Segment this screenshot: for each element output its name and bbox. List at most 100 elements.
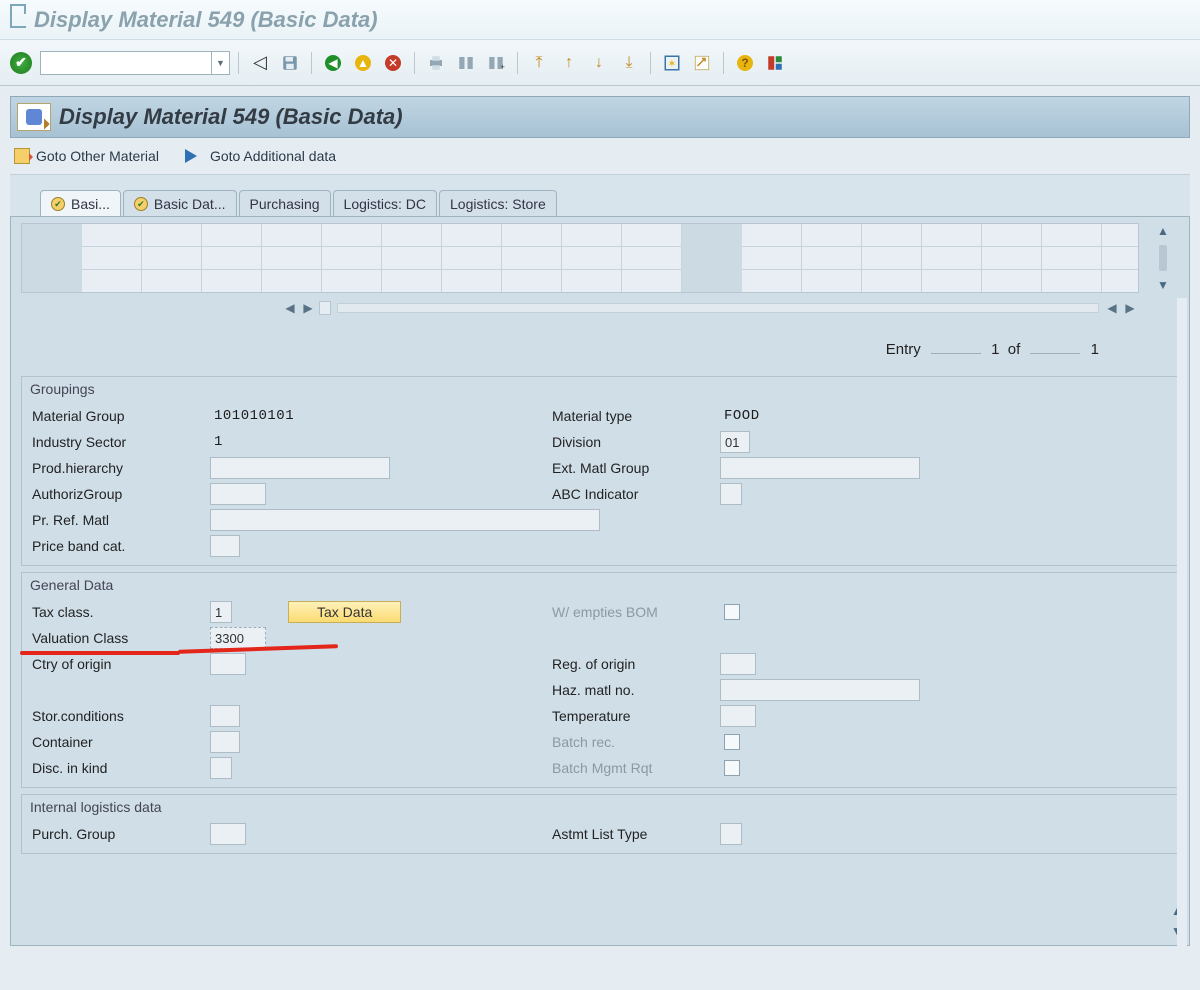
table-horizontal-scroll[interactable]: ◀ ▶ ◀ ▶ xyxy=(21,299,1179,317)
find-icon[interactable] xyxy=(453,50,479,76)
arrow-right-icon xyxy=(185,149,204,163)
page-title: Display Material 549 (Basic Data) xyxy=(59,104,403,130)
field-astmt-list-type[interactable] xyxy=(720,823,742,845)
field-purch-group[interactable] xyxy=(210,823,246,845)
panel-title-bar: Display Material 549 (Basic Data) xyxy=(10,96,1190,138)
field-reg-of-origin[interactable] xyxy=(720,653,756,675)
field-prod-hierarchy[interactable] xyxy=(210,457,390,479)
label-material-group: Material Group xyxy=(30,408,210,424)
scroll-up-icon[interactable]: ▲ xyxy=(1155,223,1171,239)
cancel-red-icon[interactable]: ✕ xyxy=(380,50,406,76)
field-stor-conditions[interactable] xyxy=(210,705,240,727)
label-temperature: Temperature xyxy=(550,708,720,724)
field-price-band-cat[interactable] xyxy=(210,535,240,557)
label-batch-mgmt-rqt: Batch Mgmt Rqt xyxy=(550,760,720,776)
command-field[interactable]: ▼ xyxy=(40,51,230,75)
field-tax-class[interactable]: 1 xyxy=(210,601,232,623)
scroll-down-icon[interactable]: ▼ xyxy=(1155,277,1171,293)
field-ext-matl-group[interactable] xyxy=(720,457,920,479)
value-material-group: 101010101 xyxy=(210,406,298,426)
label-tax-class: Tax class. xyxy=(30,604,210,620)
field-division[interactable]: 01 xyxy=(720,431,750,453)
annotation-underline xyxy=(20,651,180,655)
checkbox-batch-mgmt-rqt[interactable] xyxy=(724,760,740,776)
ok-enter-button[interactable]: ✔ xyxy=(10,52,32,74)
field-abc-indicator[interactable] xyxy=(720,483,742,505)
title-bar: Display Material 549 (Basic Data) xyxy=(0,0,1200,40)
field-ctry-of-origin[interactable] xyxy=(210,653,246,675)
new-session-icon[interactable]: ✶ xyxy=(659,50,685,76)
next-page-icon[interactable]: ↓ xyxy=(586,50,612,76)
outer-vertical-scrollbar[interactable] xyxy=(1175,298,1189,970)
label-industry-sector: Industry Sector xyxy=(30,434,210,450)
section-general-data: General Data Tax class. 1 Tax Data W/ em… xyxy=(21,572,1179,788)
field-valuation-class[interactable]: 3300 xyxy=(210,627,266,649)
label-prod-hierarchy: Prod.hierarchy xyxy=(30,460,210,476)
value-material-type: FOOD xyxy=(720,406,764,426)
tab-basic-2[interactable]: ✔Basic Dat... xyxy=(123,190,237,217)
exit-yellow-icon[interactable]: ▲ xyxy=(350,50,376,76)
last-page-icon[interactable]: ⤓ xyxy=(616,50,642,76)
tab-basic-1[interactable]: ✔Basi... xyxy=(40,190,121,217)
label-haz-matl-no: Haz. matl no. xyxy=(550,682,720,698)
chevron-down-icon[interactable]: ▼ xyxy=(211,52,229,74)
check-icon: ✔ xyxy=(51,197,65,211)
first-page-icon[interactable]: ⤒ xyxy=(526,50,552,76)
section-internal-logistics: Internal logistics data Purch. Group Ast… xyxy=(21,794,1179,854)
field-disc-in-kind[interactable] xyxy=(210,757,232,779)
tab-strip: ✔Basi... ✔Basic Dat... Purchasing Logist… xyxy=(10,189,1190,216)
back-icon[interactable]: ◁ xyxy=(247,50,273,76)
label-authoriz-group: AuthorizGroup xyxy=(30,486,210,502)
field-container[interactable] xyxy=(210,731,240,753)
scroll-right-icon[interactable]: ▶ xyxy=(1121,299,1139,317)
label-container: Container xyxy=(30,734,210,750)
table-vertical-scroll[interactable]: ▲ ▼ xyxy=(1153,223,1173,293)
layout-icon[interactable] xyxy=(762,50,788,76)
section-title: Groupings xyxy=(22,377,1178,401)
label-valuation-class: Valuation Class xyxy=(30,630,210,646)
label-ctry-of-origin: Ctry of origin xyxy=(30,656,210,672)
label-price-band-cat: Price band cat. xyxy=(30,538,210,554)
checkbox-batch-rec[interactable] xyxy=(724,734,740,750)
table-header-grid xyxy=(21,223,1139,293)
help-icon[interactable]: ? xyxy=(732,50,758,76)
section-groupings: Groupings Material Group 101010101 Mater… xyxy=(21,376,1179,566)
label-division: Division xyxy=(550,434,720,450)
label-batch-rec: Batch rec. xyxy=(550,734,720,750)
label-abc-indicator: ABC Indicator xyxy=(550,486,720,502)
field-temperature[interactable] xyxy=(720,705,756,727)
prev-page-icon[interactable]: ↑ xyxy=(556,50,582,76)
display-mode-icon[interactable] xyxy=(17,103,51,131)
scroll-right-icon[interactable]: ▶ xyxy=(299,299,317,317)
label-material-type: Material type xyxy=(550,408,720,424)
label-pr-ref-matl: Pr. Ref. Matl xyxy=(30,512,210,528)
svg-text:✶: ✶ xyxy=(668,57,677,69)
print-icon[interactable] xyxy=(423,50,449,76)
label-stor-conditions: Stor.conditions xyxy=(30,708,210,724)
find-next-icon[interactable]: + xyxy=(483,50,509,76)
label-w-empties-bom: W/ empties BOM xyxy=(550,604,720,620)
material-icon xyxy=(14,148,30,164)
section-title: Internal logistics data xyxy=(22,795,1178,819)
label-disc-in-kind: Disc. in kind xyxy=(30,760,210,776)
tax-data-button[interactable]: Tax Data xyxy=(288,601,401,623)
field-haz-matl-no[interactable] xyxy=(720,679,920,701)
link-label: Goto Additional data xyxy=(210,148,336,164)
entry-counter: Entry 1 of 1 xyxy=(21,317,1179,376)
goto-additional-data-link[interactable]: Goto Additional data xyxy=(183,148,336,164)
scroll-left-icon[interactable]: ◀ xyxy=(281,299,299,317)
tab-purchasing[interactable]: Purchasing xyxy=(239,190,331,217)
checkbox-w-empties-bom[interactable] xyxy=(724,604,740,620)
save-icon[interactable] xyxy=(277,50,303,76)
label-purch-group: Purch. Group xyxy=(30,826,210,842)
back-green-icon[interactable]: ◀ xyxy=(320,50,346,76)
tab-logistics-store[interactable]: Logistics: Store xyxy=(439,190,557,217)
window-title: Display Material 549 (Basic Data) xyxy=(34,7,378,33)
shortcut-icon[interactable] xyxy=(689,50,715,76)
goto-other-material-link[interactable]: Goto Other Material xyxy=(14,148,159,164)
action-links: Goto Other Material Goto Additional data xyxy=(10,138,1190,175)
tab-logistics-dc[interactable]: Logistics: DC xyxy=(333,190,437,217)
scroll-left-icon[interactable]: ◀ xyxy=(1103,299,1121,317)
field-pr-ref-matl[interactable] xyxy=(210,509,600,531)
field-authoriz-group[interactable] xyxy=(210,483,266,505)
